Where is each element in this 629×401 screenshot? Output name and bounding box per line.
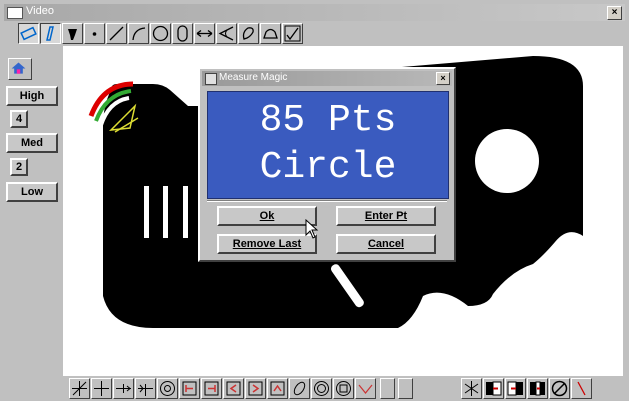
star-icon[interactable] — [69, 378, 90, 399]
med-value[interactable]: 2 — [10, 158, 28, 176]
high-button[interactable]: High — [6, 86, 58, 106]
ring-square-icon[interactable] — [333, 378, 354, 399]
med-button[interactable]: Med — [6, 133, 58, 153]
bracket-in-icon[interactable] — [223, 378, 244, 399]
separator-icon — [398, 378, 413, 399]
separator-icon — [380, 378, 395, 399]
edge-left-icon[interactable] — [483, 378, 504, 399]
contour-icon[interactable] — [238, 23, 259, 44]
dialog-close-button[interactable]: × — [436, 72, 450, 85]
window-title: Video — [26, 5, 54, 17]
remove-last-button[interactable]: Remove Last — [217, 234, 317, 254]
window-titlebar[interactable]: Video × — [4, 4, 625, 21]
bracket-out-icon[interactable] — [245, 378, 266, 399]
no-icon[interactable] — [549, 378, 570, 399]
point-icon[interactable] — [84, 23, 105, 44]
ok-button[interactable]: Ok — [217, 206, 317, 226]
pen-icon[interactable] — [40, 23, 61, 44]
mouse-cursor-icon — [305, 219, 319, 239]
arc-icon[interactable] — [128, 23, 149, 44]
home-icon[interactable] — [8, 58, 32, 80]
rectangle-select-icon[interactable] — [18, 23, 39, 44]
point-count-text: 85 Pts — [259, 99, 397, 142]
dialog-icon — [205, 73, 217, 85]
bracket-left-icon[interactable] — [179, 378, 200, 399]
bracket-up-icon[interactable] — [267, 378, 288, 399]
window-icon — [7, 7, 23, 19]
line-icon[interactable] — [106, 23, 127, 44]
hood-icon[interactable] — [260, 23, 281, 44]
edge-both-icon[interactable] — [527, 378, 548, 399]
crosshair-icon[interactable] — [91, 378, 112, 399]
probe-icon[interactable] — [62, 23, 83, 44]
feature-type-text: Circle — [259, 146, 397, 189]
video-window: Video × High 4 Med 2 Low Measure Magic ×… — [0, 0, 629, 401]
circle-icon[interactable] — [150, 23, 171, 44]
angle-icon[interactable] — [216, 23, 237, 44]
low-button[interactable]: Low — [6, 182, 58, 202]
edge-right-icon[interactable] — [505, 378, 526, 399]
crosshair-arrow-icon[interactable] — [113, 378, 134, 399]
cancel-button[interactable]: Cancel — [336, 234, 436, 254]
ring-icon[interactable] — [311, 378, 332, 399]
measure-display: 85 Pts Circle — [207, 91, 449, 199]
window-close-button[interactable]: × — [607, 6, 622, 20]
high-value[interactable]: 4 — [10, 110, 28, 128]
slot-icon[interactable] — [172, 23, 193, 44]
dialog-divider — [207, 200, 447, 202]
measure-magic-dialog: Measure Magic × 85 Pts Circle Ok Enter P… — [198, 67, 456, 262]
crosshair-line-icon[interactable] — [135, 378, 156, 399]
slash-icon[interactable] — [571, 378, 592, 399]
dialog-title: Measure Magic — [219, 72, 288, 83]
ellipse-icon[interactable] — [289, 378, 310, 399]
asterisk-icon[interactable] — [461, 378, 482, 399]
chevron-down-icon[interactable] — [355, 378, 376, 399]
checkbox-icon[interactable] — [282, 23, 303, 44]
distance-icon[interactable] — [194, 23, 215, 44]
enter-pt-button[interactable]: Enter Pt — [336, 206, 436, 226]
bracket-right-icon[interactable] — [201, 378, 222, 399]
dialog-titlebar[interactable]: Measure Magic × — [202, 71, 452, 86]
target-icon[interactable] — [157, 378, 178, 399]
